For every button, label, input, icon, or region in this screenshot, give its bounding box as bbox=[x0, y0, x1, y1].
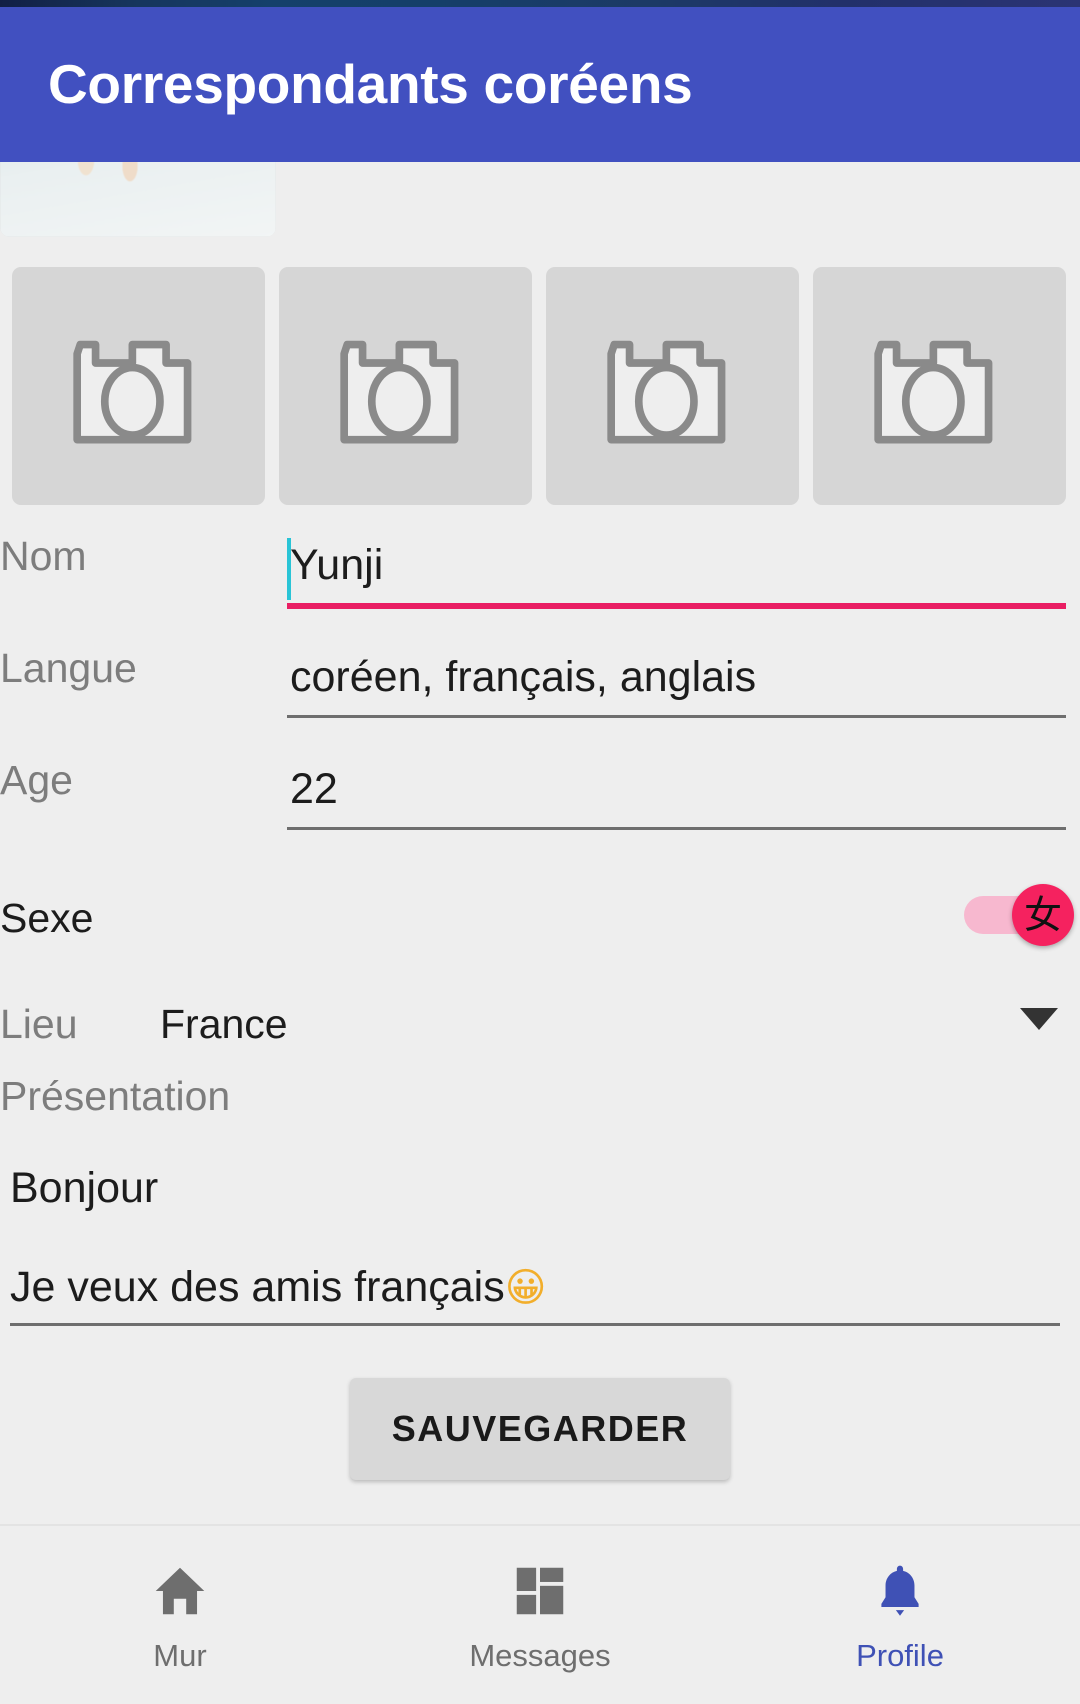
label-langue: Langue bbox=[0, 645, 137, 691]
field-row-lieu[interactable]: Lieu France bbox=[0, 978, 1080, 1070]
photo-slot-1[interactable] bbox=[12, 267, 265, 505]
camera-icon bbox=[73, 340, 192, 444]
cover-photo-row bbox=[0, 162, 1080, 237]
save-button-row: SAUVEGARDER bbox=[0, 1326, 1080, 1480]
label-presentation: Présentation bbox=[0, 1073, 231, 1119]
nav-item-mur[interactable]: Mur bbox=[0, 1526, 360, 1704]
presentation-line-2-text: Je veux des amis français bbox=[10, 1263, 505, 1311]
nav-label-mur: Mur bbox=[153, 1637, 207, 1673]
photo-slot-4[interactable] bbox=[813, 267, 1066, 505]
nom-input-underline bbox=[287, 603, 1066, 609]
langue-input[interactable]: coréen, français, anglais bbox=[287, 634, 1080, 718]
nom-input[interactable]: Yunji bbox=[287, 522, 1080, 609]
photo-slot-2[interactable] bbox=[279, 267, 532, 505]
status-bar bbox=[0, 0, 1080, 7]
nom-input-value: Yunji bbox=[290, 541, 384, 589]
presentation-line-1: Bonjour bbox=[10, 1164, 159, 1212]
grinning-face-emoji: 😀 bbox=[504, 1265, 547, 1311]
presentation-textarea[interactable]: Bonjour Je veux des amis français😀 bbox=[0, 1127, 1080, 1326]
profile-form: Nom Yunji Langue coréen, français, angla… bbox=[0, 522, 1080, 1480]
text-caret bbox=[287, 538, 291, 600]
label-age: Age bbox=[0, 757, 73, 803]
camera-icon bbox=[874, 340, 993, 444]
nav-label-messages: Messages bbox=[469, 1637, 611, 1673]
cover-photo-image bbox=[0, 162, 276, 237]
nav-label-profile: Profile bbox=[856, 1637, 944, 1673]
bottom-navigation-bar: Mur Messages Profile bbox=[0, 1524, 1080, 1704]
lieu-selected-value: France bbox=[160, 1000, 288, 1047]
profile-cover-photo[interactable] bbox=[0, 162, 276, 237]
camera-icon bbox=[607, 340, 726, 444]
langue-input-underline bbox=[287, 715, 1066, 718]
label-lieu: Lieu bbox=[0, 1000, 78, 1047]
label-sexe: Sexe bbox=[0, 894, 94, 941]
field-row-presentation: Présentation Bonjour Je veux des amis fr… bbox=[0, 1070, 1080, 1326]
field-row-sexe: Sexe 女 bbox=[0, 858, 1080, 978]
label-nom: Nom bbox=[0, 533, 87, 579]
sexe-toggle-switch[interactable]: 女 bbox=[964, 884, 1074, 946]
photo-slot-3[interactable] bbox=[546, 267, 799, 505]
field-row-age: Age 22 bbox=[0, 746, 1080, 858]
app-bar: Correspondants coréens bbox=[0, 7, 1080, 162]
page-title: Correspondants coréens bbox=[48, 53, 693, 115]
camera-icon bbox=[340, 340, 459, 444]
photo-placeholder-row bbox=[0, 267, 1080, 507]
nav-item-profile[interactable]: Profile bbox=[720, 1526, 1080, 1704]
langue-input-value: coréen, français, anglais bbox=[290, 653, 757, 701]
field-row-langue: Langue coréen, français, anglais bbox=[0, 634, 1080, 746]
dashboard-grid-icon bbox=[516, 1567, 564, 1614]
field-row-nom: Nom Yunji bbox=[0, 522, 1080, 634]
age-input-value: 22 bbox=[290, 765, 338, 813]
sexe-toggle-thumb: 女 bbox=[1012, 884, 1074, 946]
save-button[interactable]: SAUVEGARDER bbox=[349, 1378, 731, 1480]
nav-item-messages[interactable]: Messages bbox=[360, 1526, 720, 1704]
presentation-line-2: Je veux des amis français😀 bbox=[10, 1266, 1070, 1323]
profile-scroll-area[interactable]: Nom Yunji Langue coréen, français, angla… bbox=[0, 162, 1080, 1524]
bell-icon bbox=[881, 1565, 919, 1616]
age-input-underline bbox=[287, 827, 1066, 830]
chevron-down-icon[interactable] bbox=[1020, 1008, 1058, 1030]
age-input[interactable]: 22 bbox=[287, 746, 1080, 830]
home-icon bbox=[155, 1567, 205, 1614]
app-root: Correspondants coréens Nom Yunji Langue … bbox=[0, 0, 1080, 1704]
